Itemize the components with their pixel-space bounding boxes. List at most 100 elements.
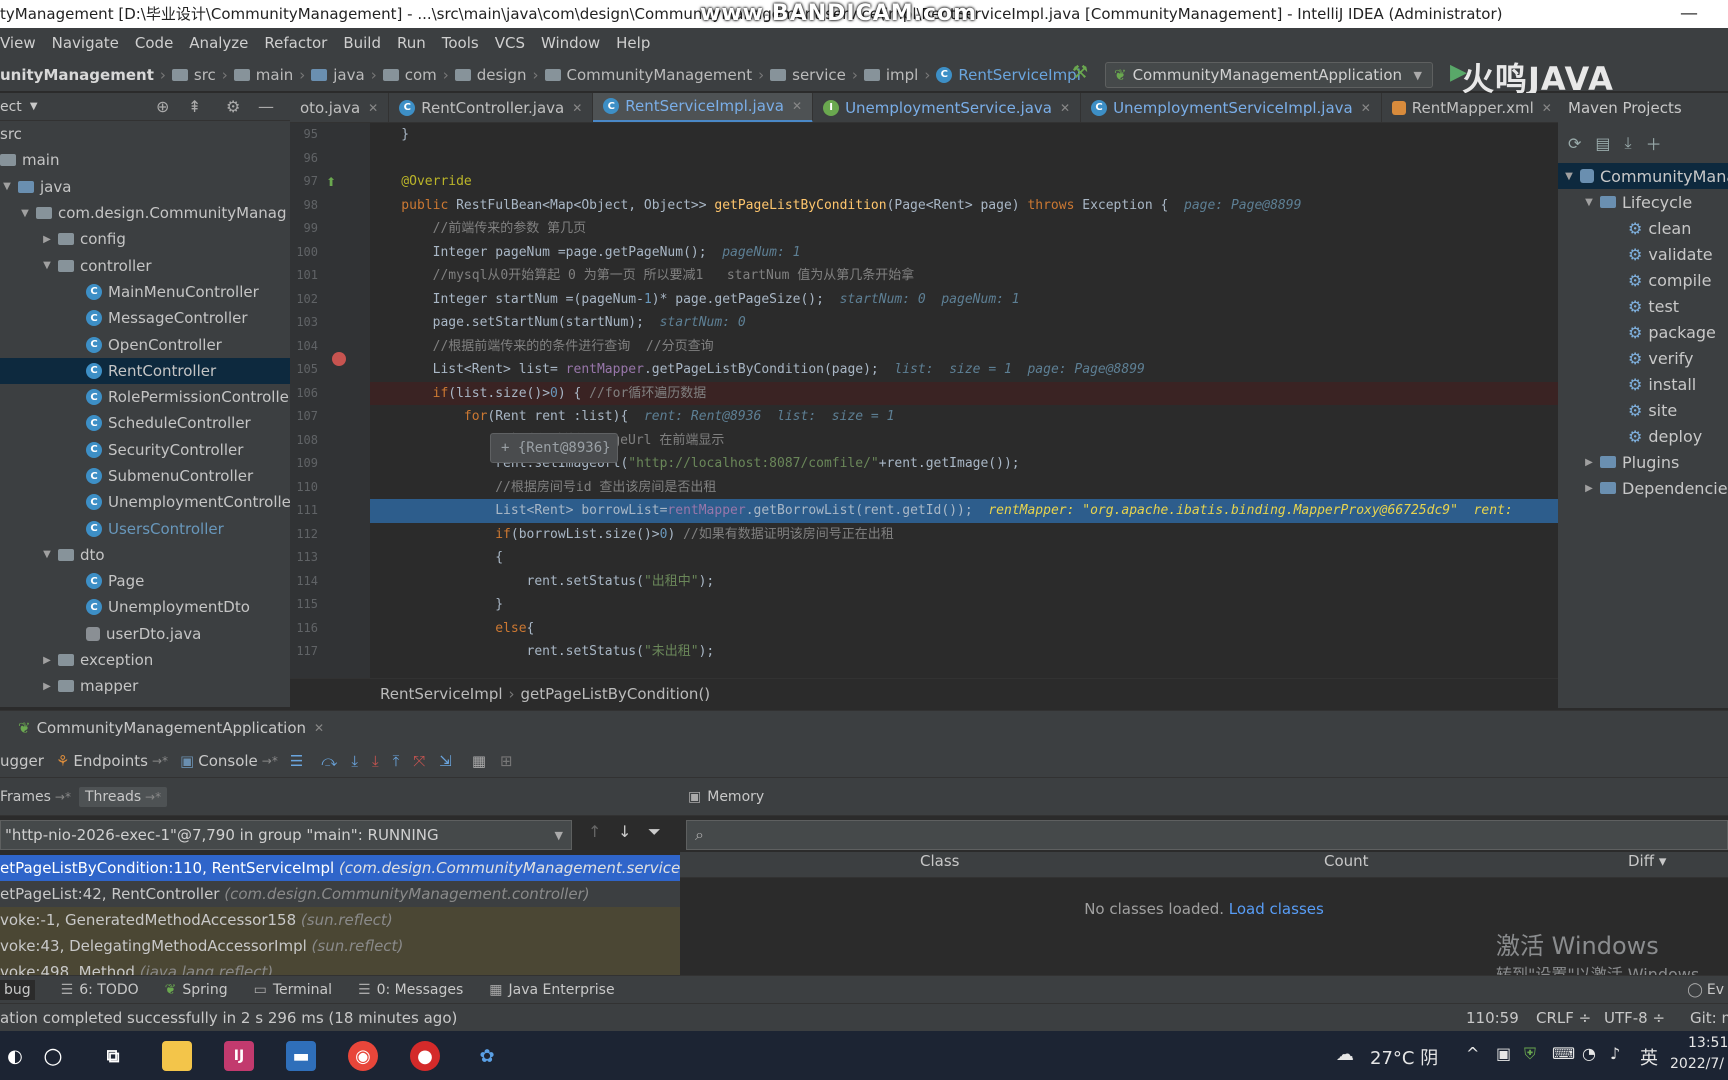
- editor-tab[interactable]: RentMapper.xml ✕: [1382, 93, 1558, 122]
- chrome-icon[interactable]: ◉: [348, 1041, 378, 1071]
- clock-date[interactable]: 2022/7/: [1670, 1056, 1724, 1072]
- collapse-arrow-icon[interactable]: ▶: [40, 234, 54, 245]
- build-hammer-icon[interactable]: ⚒: [1072, 62, 1088, 83]
- expand-arrow-icon[interactable]: ▼: [1562, 171, 1576, 182]
- nav-crumb-src[interactable]: src: [194, 66, 216, 84]
- caret-position[interactable]: 110:59: [1466, 1009, 1519, 1027]
- implements-marker-icon[interactable]: ⬆: [326, 175, 336, 189]
- maven-goal-clean[interactable]: ⚙ clean: [1558, 215, 1728, 241]
- close-icon[interactable]: ✕: [314, 721, 324, 735]
- tree-node-class[interactable]: C SecurityController: [0, 437, 290, 463]
- app-icon[interactable]: ✿: [472, 1041, 502, 1071]
- editor-tab[interactable]: oto.java ✕: [290, 93, 390, 122]
- tree-node-class[interactable]: C SubmenuController: [0, 463, 290, 489]
- tool-tab-java-enterprise[interactable]: ▦ Java Enterprise: [489, 982, 614, 998]
- collapse-arrow-icon[interactable]: ▶: [1582, 483, 1596, 494]
- tree-node-class[interactable]: C ScheduleController: [0, 410, 290, 436]
- record-icon[interactable]: ●: [410, 1041, 440, 1071]
- breadcrumb-class[interactable]: RentServiceImpl: [380, 685, 503, 703]
- tree-node-java[interactable]: ▼ java: [0, 174, 290, 200]
- editor-tab[interactable]: C UnemploymentServiceImpl.java ✕: [1081, 93, 1382, 122]
- weather-icon[interactable]: ☁: [1336, 1044, 1354, 1065]
- close-icon[interactable]: ✕: [1542, 101, 1552, 115]
- clock-time[interactable]: 13:51: [1688, 1035, 1728, 1051]
- hide-icon[interactable]: —: [258, 97, 274, 116]
- expand-arrow-icon[interactable]: ▼: [18, 208, 32, 219]
- expand-arrow-icon[interactable]: ▼: [0, 181, 14, 192]
- keyboard-icon[interactable]: ⌨: [1552, 1044, 1575, 1063]
- tree-node-class[interactable]: C UnemploymentControlle: [0, 489, 290, 515]
- close-icon[interactable]: ✕: [1060, 101, 1070, 115]
- collapse-arrow-icon[interactable]: ▶: [40, 655, 54, 666]
- tree-node-class[interactable]: C UsersController: [0, 515, 290, 541]
- maven-plugins[interactable]: ▶ Plugins: [1558, 449, 1728, 475]
- stack-frame[interactable]: voke:43, DelegatingMethodAccessorImpl (s…: [0, 933, 680, 959]
- tree-node-src[interactable]: src: [0, 121, 290, 147]
- breadcrumb-method[interactable]: getPageListByCondition(): [521, 685, 711, 703]
- close-icon[interactable]: ✕: [792, 99, 802, 113]
- menu-analyze[interactable]: Analyze: [189, 34, 248, 52]
- load-classes-link[interactable]: Load classes: [1229, 900, 1324, 918]
- line-separator[interactable]: CRLF ÷: [1536, 1009, 1591, 1027]
- breakpoint-icon[interactable]: [332, 352, 346, 366]
- tray-app-icon[interactable]: ▣: [1496, 1044, 1511, 1063]
- tree-node-config[interactable]: ▶ config: [0, 226, 290, 252]
- cortana-icon[interactable]: ○: [38, 1041, 68, 1071]
- stack-frame[interactable]: etPageListByCondition:110, RentServiceIm…: [0, 855, 680, 881]
- show-execution-point-icon[interactable]: ☰: [290, 752, 303, 770]
- maven-goal-test[interactable]: ⚙ test: [1558, 293, 1728, 319]
- event-log-tab[interactable]: ◯ Ev: [1687, 982, 1724, 998]
- menu-build[interactable]: Build: [343, 34, 381, 52]
- wifi-icon[interactable]: ◔: [1582, 1044, 1596, 1063]
- tray-chevron-icon[interactable]: ^: [1466, 1044, 1479, 1063]
- memory-search-input[interactable]: ⌕: [686, 820, 1728, 850]
- editor-tab-active[interactable]: C RentServiceImpl.java ✕: [593, 93, 814, 122]
- column-diff[interactable]: Diff ▾: [1628, 852, 1666, 870]
- menu-tools[interactable]: Tools: [442, 34, 479, 52]
- nav-crumb-main[interactable]: main: [256, 66, 293, 84]
- volume-icon[interactable]: ♪: [1610, 1044, 1620, 1063]
- tree-node-class-selected[interactable]: C RentController: [0, 357, 290, 384]
- expand-arrow-icon[interactable]: ▼: [1582, 197, 1596, 208]
- intellij-icon[interactable]: IJ: [224, 1041, 254, 1071]
- stack-frame[interactable]: voke:498, Method (java.lang.reflect): [0, 959, 680, 975]
- project-view-select[interactable]: ect: [0, 99, 22, 115]
- window-app-icon[interactable]: ▬: [286, 1041, 316, 1071]
- collapse-arrow-icon[interactable]: ▶: [1582, 457, 1596, 468]
- expand-arrow-icon[interactable]: ▼: [40, 260, 54, 271]
- nav-crumb-java[interactable]: java: [333, 66, 364, 84]
- tree-node-main[interactable]: main: [0, 147, 290, 173]
- collapse-arrow-icon[interactable]: ▶: [40, 681, 54, 692]
- drop-frame-icon[interactable]: ⤧: [413, 752, 425, 770]
- force-step-into-icon[interactable]: ⤓: [372, 752, 379, 770]
- tab-console[interactable]: Console: [198, 752, 258, 770]
- collapse-all-icon[interactable]: ⇞: [188, 97, 201, 116]
- editor-tab[interactable]: C RentController.java ✕: [389, 93, 594, 122]
- expand-arrow-icon[interactable]: ▼: [40, 549, 54, 560]
- filter-icon[interactable]: ⏷: [648, 822, 661, 842]
- menu-vcs[interactable]: VCS: [495, 34, 525, 52]
- tool-tab-terminal[interactable]: ▭ Terminal: [254, 982, 332, 998]
- menu-navigate[interactable]: Navigate: [52, 34, 119, 52]
- code-editor[interactable]: } @Override public RestFulBean<Map<Objec…: [370, 123, 1558, 678]
- tool-tab-messages[interactable]: ☰ 0: Messages: [358, 982, 463, 998]
- tree-node-class[interactable]: C Page: [0, 568, 290, 594]
- tool-tab-debug[interactable]: bug: [0, 979, 35, 1000]
- maven-root[interactable]: ▼ CommunityMana: [1558, 163, 1728, 189]
- maven-goal-package[interactable]: ⚙ package: [1558, 319, 1728, 345]
- arrow-up-icon[interactable]: ↑: [588, 822, 601, 841]
- tree-node-class[interactable]: C UnemploymentDto: [0, 594, 290, 620]
- start-icon[interactable]: ◐: [0, 1041, 30, 1071]
- ime-indicator[interactable]: 英: [1640, 1044, 1658, 1070]
- trace-icon[interactable]: ⊞: [500, 752, 513, 770]
- tree-node-package[interactable]: ▼ com.design.CommunityManag: [0, 200, 290, 226]
- debug-value-tooltip[interactable]: + {Rent@8936}: [490, 433, 618, 463]
- tree-node-dto[interactable]: ▼ dto: [0, 542, 290, 568]
- shield-icon[interactable]: ⛨: [1524, 1044, 1536, 1064]
- nav-crumb-impl[interactable]: impl: [886, 66, 918, 84]
- stack-frame[interactable]: etPageList:42, RentController (com.desig…: [0, 881, 680, 907]
- menu-view[interactable]: View: [0, 34, 36, 52]
- tab-debugger[interactable]: ugger: [0, 752, 44, 770]
- tree-node-controller[interactable]: ▼ controller: [0, 252, 290, 278]
- menu-refactor[interactable]: Refactor: [264, 34, 327, 52]
